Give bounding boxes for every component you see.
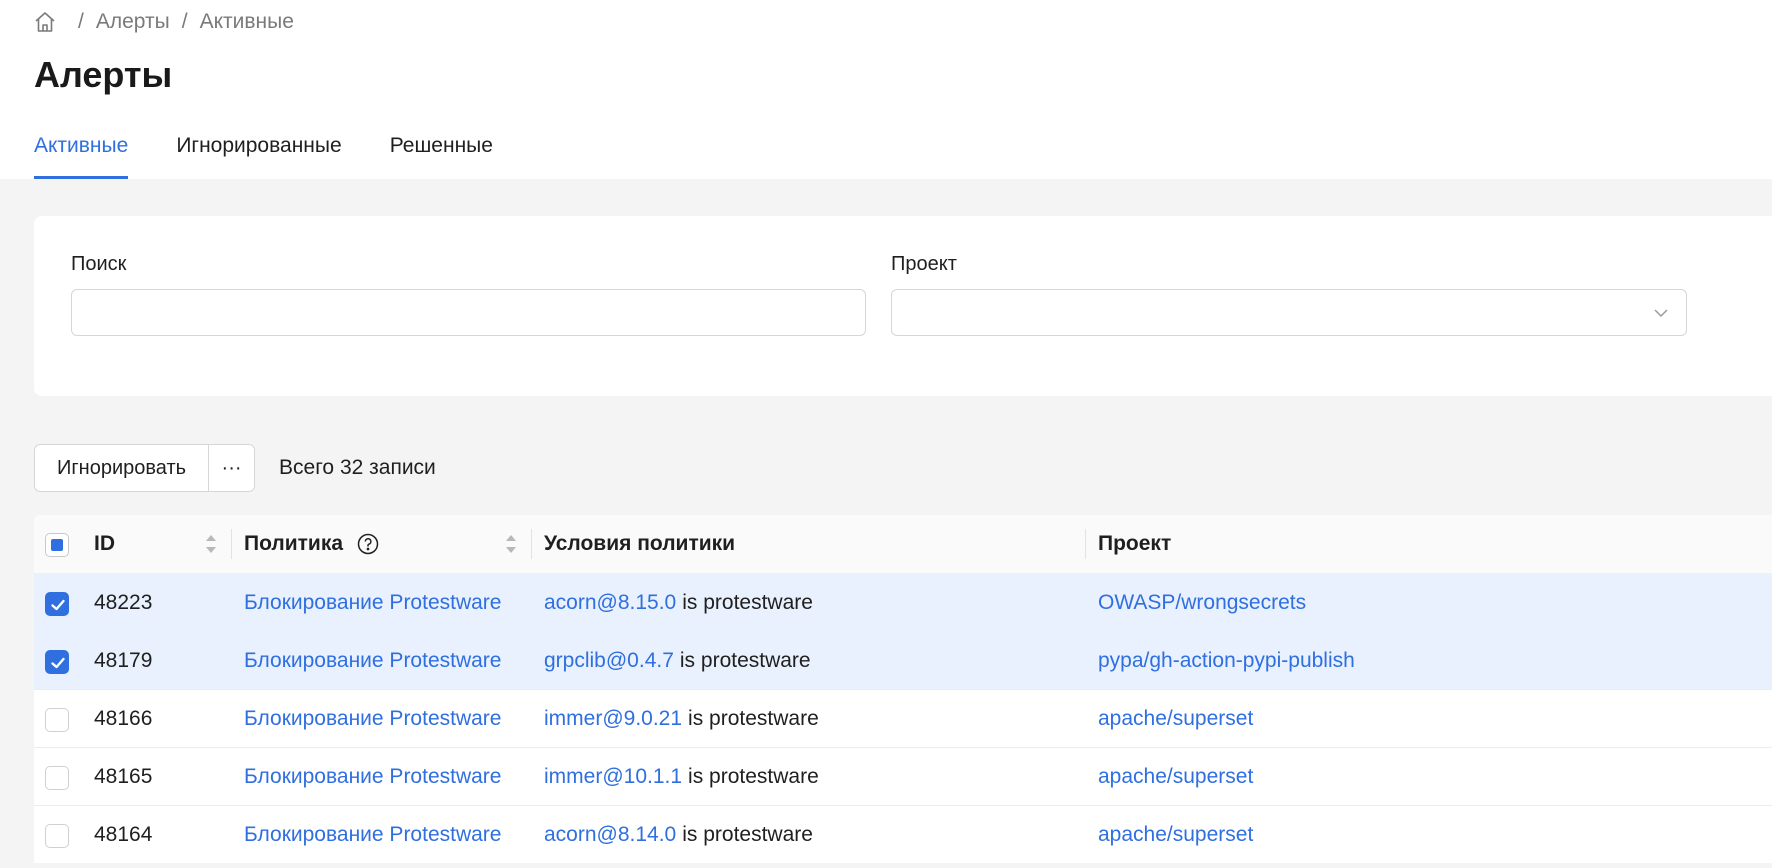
project-link[interactable]: pypa/gh-action-pypi-publish xyxy=(1098,632,1355,690)
table-row[interactable]: 48223 Блокирование Protestware acorn@8.1… xyxy=(34,573,1772,631)
alert-id: 48164 xyxy=(94,823,153,846)
package-link[interactable]: grpclib@0.4.7 xyxy=(544,649,674,673)
condition-text: is protestware xyxy=(682,823,813,846)
search-input[interactable] xyxy=(71,289,866,336)
row-checkbox[interactable] xyxy=(45,708,69,732)
column-divider xyxy=(531,529,532,559)
page-title: Алерты xyxy=(34,54,173,95)
column-divider xyxy=(231,529,232,559)
tab-ignored[interactable]: Игнорированные xyxy=(176,132,341,179)
alert-id: 48223 xyxy=(94,591,153,614)
condition-text: is protestware xyxy=(682,591,813,614)
row-checkbox[interactable] xyxy=(45,592,69,616)
package-link[interactable]: acorn@8.14.0 xyxy=(544,823,676,847)
breadcrumb: / Алерты / Активные xyxy=(34,10,294,34)
policy-condition: immer@10.1.1 is protestware xyxy=(544,748,819,806)
sort-icon[interactable] xyxy=(204,533,218,555)
condition-text: is protestware xyxy=(688,707,819,730)
row-checkbox[interactable] xyxy=(45,824,69,848)
action-button-group: Игнорировать ··· xyxy=(34,444,256,492)
project-label: Проект xyxy=(891,253,957,275)
tab-resolved[interactable]: Решенные xyxy=(390,132,493,179)
home-icon[interactable] xyxy=(34,11,56,33)
policy-link[interactable]: Блокирование Protestware xyxy=(244,574,501,632)
policy-condition: grpclib@0.4.7 is protestware xyxy=(544,632,811,690)
column-header-id[interactable]: ID xyxy=(94,515,115,573)
ignore-button[interactable]: Игнорировать xyxy=(35,445,209,491)
package-link[interactable]: immer@10.1.1 xyxy=(544,765,682,789)
main-content: Поиск Проект Игнорировать ··· Всего 32 з… xyxy=(0,179,1772,868)
tab-active[interactable]: Активные xyxy=(34,132,129,179)
breadcrumb-active: Активные xyxy=(199,10,294,33)
project-link[interactable]: apache/superset xyxy=(1098,806,1253,864)
alerts-table: ID Политика Условия политики Проект 4822… xyxy=(34,515,1772,863)
policy-link[interactable]: Блокирование Protestware xyxy=(244,632,501,690)
policy-condition: acorn@8.14.0 is protestware xyxy=(544,806,813,864)
project-select[interactable] xyxy=(891,289,1687,336)
table-row[interactable]: 48165 Блокирование Protestware immer@10.… xyxy=(34,747,1772,805)
filter-card: Поиск Проект xyxy=(34,216,1772,396)
policy-link[interactable]: Блокирование Protestware xyxy=(244,806,501,864)
policy-condition: immer@9.0.21 is protestware xyxy=(544,690,819,748)
project-link[interactable]: OWASP/wrongsecrets xyxy=(1098,574,1306,632)
policy-link[interactable]: Блокирование Protestware xyxy=(244,690,501,748)
package-link[interactable]: acorn@8.15.0 xyxy=(544,591,676,615)
row-checkbox[interactable] xyxy=(45,766,69,790)
table-row[interactable]: 48164 Блокирование Protestware acorn@8.1… xyxy=(34,805,1772,863)
search-label: Поиск xyxy=(71,253,127,275)
breadcrumb-alerts[interactable]: Алерты xyxy=(96,10,170,34)
policy-condition: acorn@8.15.0 is protestware xyxy=(544,574,813,632)
sort-icon[interactable] xyxy=(504,533,518,555)
project-link[interactable]: apache/superset xyxy=(1098,690,1253,748)
table-toolbar: Игнорировать ··· Всего 32 записи xyxy=(34,444,436,492)
more-actions-button[interactable]: ··· xyxy=(208,445,255,491)
alert-id: 48165 xyxy=(94,765,153,788)
select-all-checkbox[interactable] xyxy=(45,533,69,557)
column-header-project: Проект xyxy=(1098,532,1172,555)
alert-id: 48179 xyxy=(94,649,153,672)
breadcrumb-separator: / xyxy=(181,10,188,33)
package-link[interactable]: immer@9.0.21 xyxy=(544,707,682,731)
help-icon[interactable] xyxy=(357,533,379,555)
breadcrumb-separator: / xyxy=(78,10,84,33)
alert-id: 48166 xyxy=(94,707,153,730)
page-header: / Алерты / Активные Алерты Активные Игно… xyxy=(0,0,1772,179)
column-header-policy[interactable]: Политика xyxy=(244,515,379,573)
condition-text: is protestware xyxy=(679,649,811,672)
column-divider xyxy=(1085,529,1086,559)
chevron-down-icon xyxy=(1654,309,1668,318)
table-header: ID Политика Условия политики Проект xyxy=(34,515,1772,573)
project-link[interactable]: apache/superset xyxy=(1098,748,1253,806)
tabs: Активные Игнорированные Решенные xyxy=(34,132,541,179)
policy-link[interactable]: Блокирование Protestware xyxy=(244,748,501,806)
table-row[interactable]: 48179 Блокирование Protestware grpclib@0… xyxy=(34,631,1772,689)
column-header-policy-label: Политика xyxy=(244,532,344,555)
row-checkbox[interactable] xyxy=(45,650,69,674)
table-row[interactable]: 48166 Блокирование Protestware immer@9.0… xyxy=(34,689,1772,747)
column-header-conditions: Условия политики xyxy=(544,532,736,555)
total-count: Всего 32 записи xyxy=(279,456,436,479)
condition-text: is protestware xyxy=(688,765,819,788)
